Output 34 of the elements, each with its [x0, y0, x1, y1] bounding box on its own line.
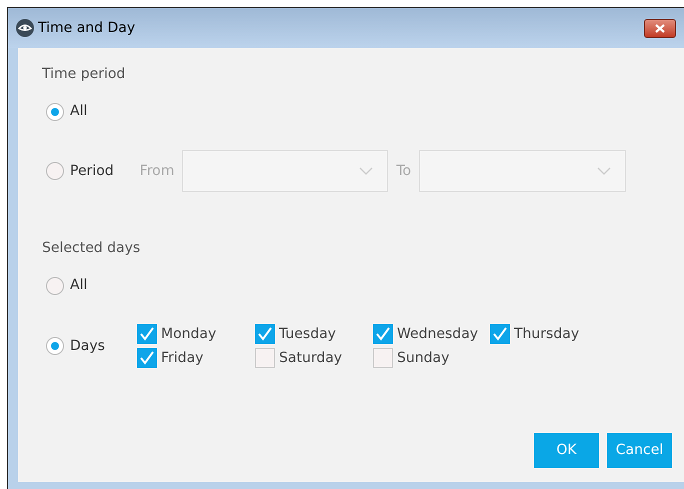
checkbox[interactable] — [137, 324, 157, 344]
field-label: From — [140, 162, 174, 180]
checkbox[interactable] — [373, 324, 393, 344]
chevron-down-icon — [359, 167, 374, 175]
close-button[interactable] — [644, 18, 676, 38]
checkbox-label: Saturday — [279, 348, 342, 368]
radio-button[interactable] — [46, 337, 64, 355]
radio-label: Period — [70, 162, 114, 180]
checkbox[interactable] — [255, 348, 275, 368]
radio-button[interactable] — [46, 162, 64, 180]
dialog-button[interactable]: OK — [534, 433, 599, 468]
checkbox[interactable] — [137, 348, 157, 368]
checkbox-label: Thursday — [514, 324, 580, 344]
checkbox-label: Sunday — [397, 348, 450, 368]
eye-icon — [16, 19, 34, 37]
checkbox-label: Wednesday — [397, 324, 478, 344]
checkbox[interactable] — [373, 348, 393, 368]
close-icon — [655, 24, 665, 32]
checkbox-label: Friday — [161, 348, 204, 368]
radio-label: All — [70, 102, 88, 121]
checkbox[interactable] — [255, 324, 275, 344]
radio-label: Days — [70, 336, 105, 356]
checkbox-label: Monday — [161, 324, 216, 344]
chevron-down-icon — [597, 167, 612, 175]
field-label: To — [396, 162, 412, 180]
radio-button[interactable] — [46, 276, 64, 294]
section-heading: Time period — [42, 65, 126, 84]
window-title: Time and Day — [38, 18, 136, 38]
radio-label: All — [70, 276, 88, 295]
checkbox-label: Tuesday — [279, 324, 336, 344]
section-heading: Selected days — [42, 239, 142, 258]
radio-button[interactable] — [46, 102, 64, 120]
dialog-button[interactable]: Cancel — [607, 433, 672, 468]
checkbox[interactable] — [490, 324, 510, 344]
